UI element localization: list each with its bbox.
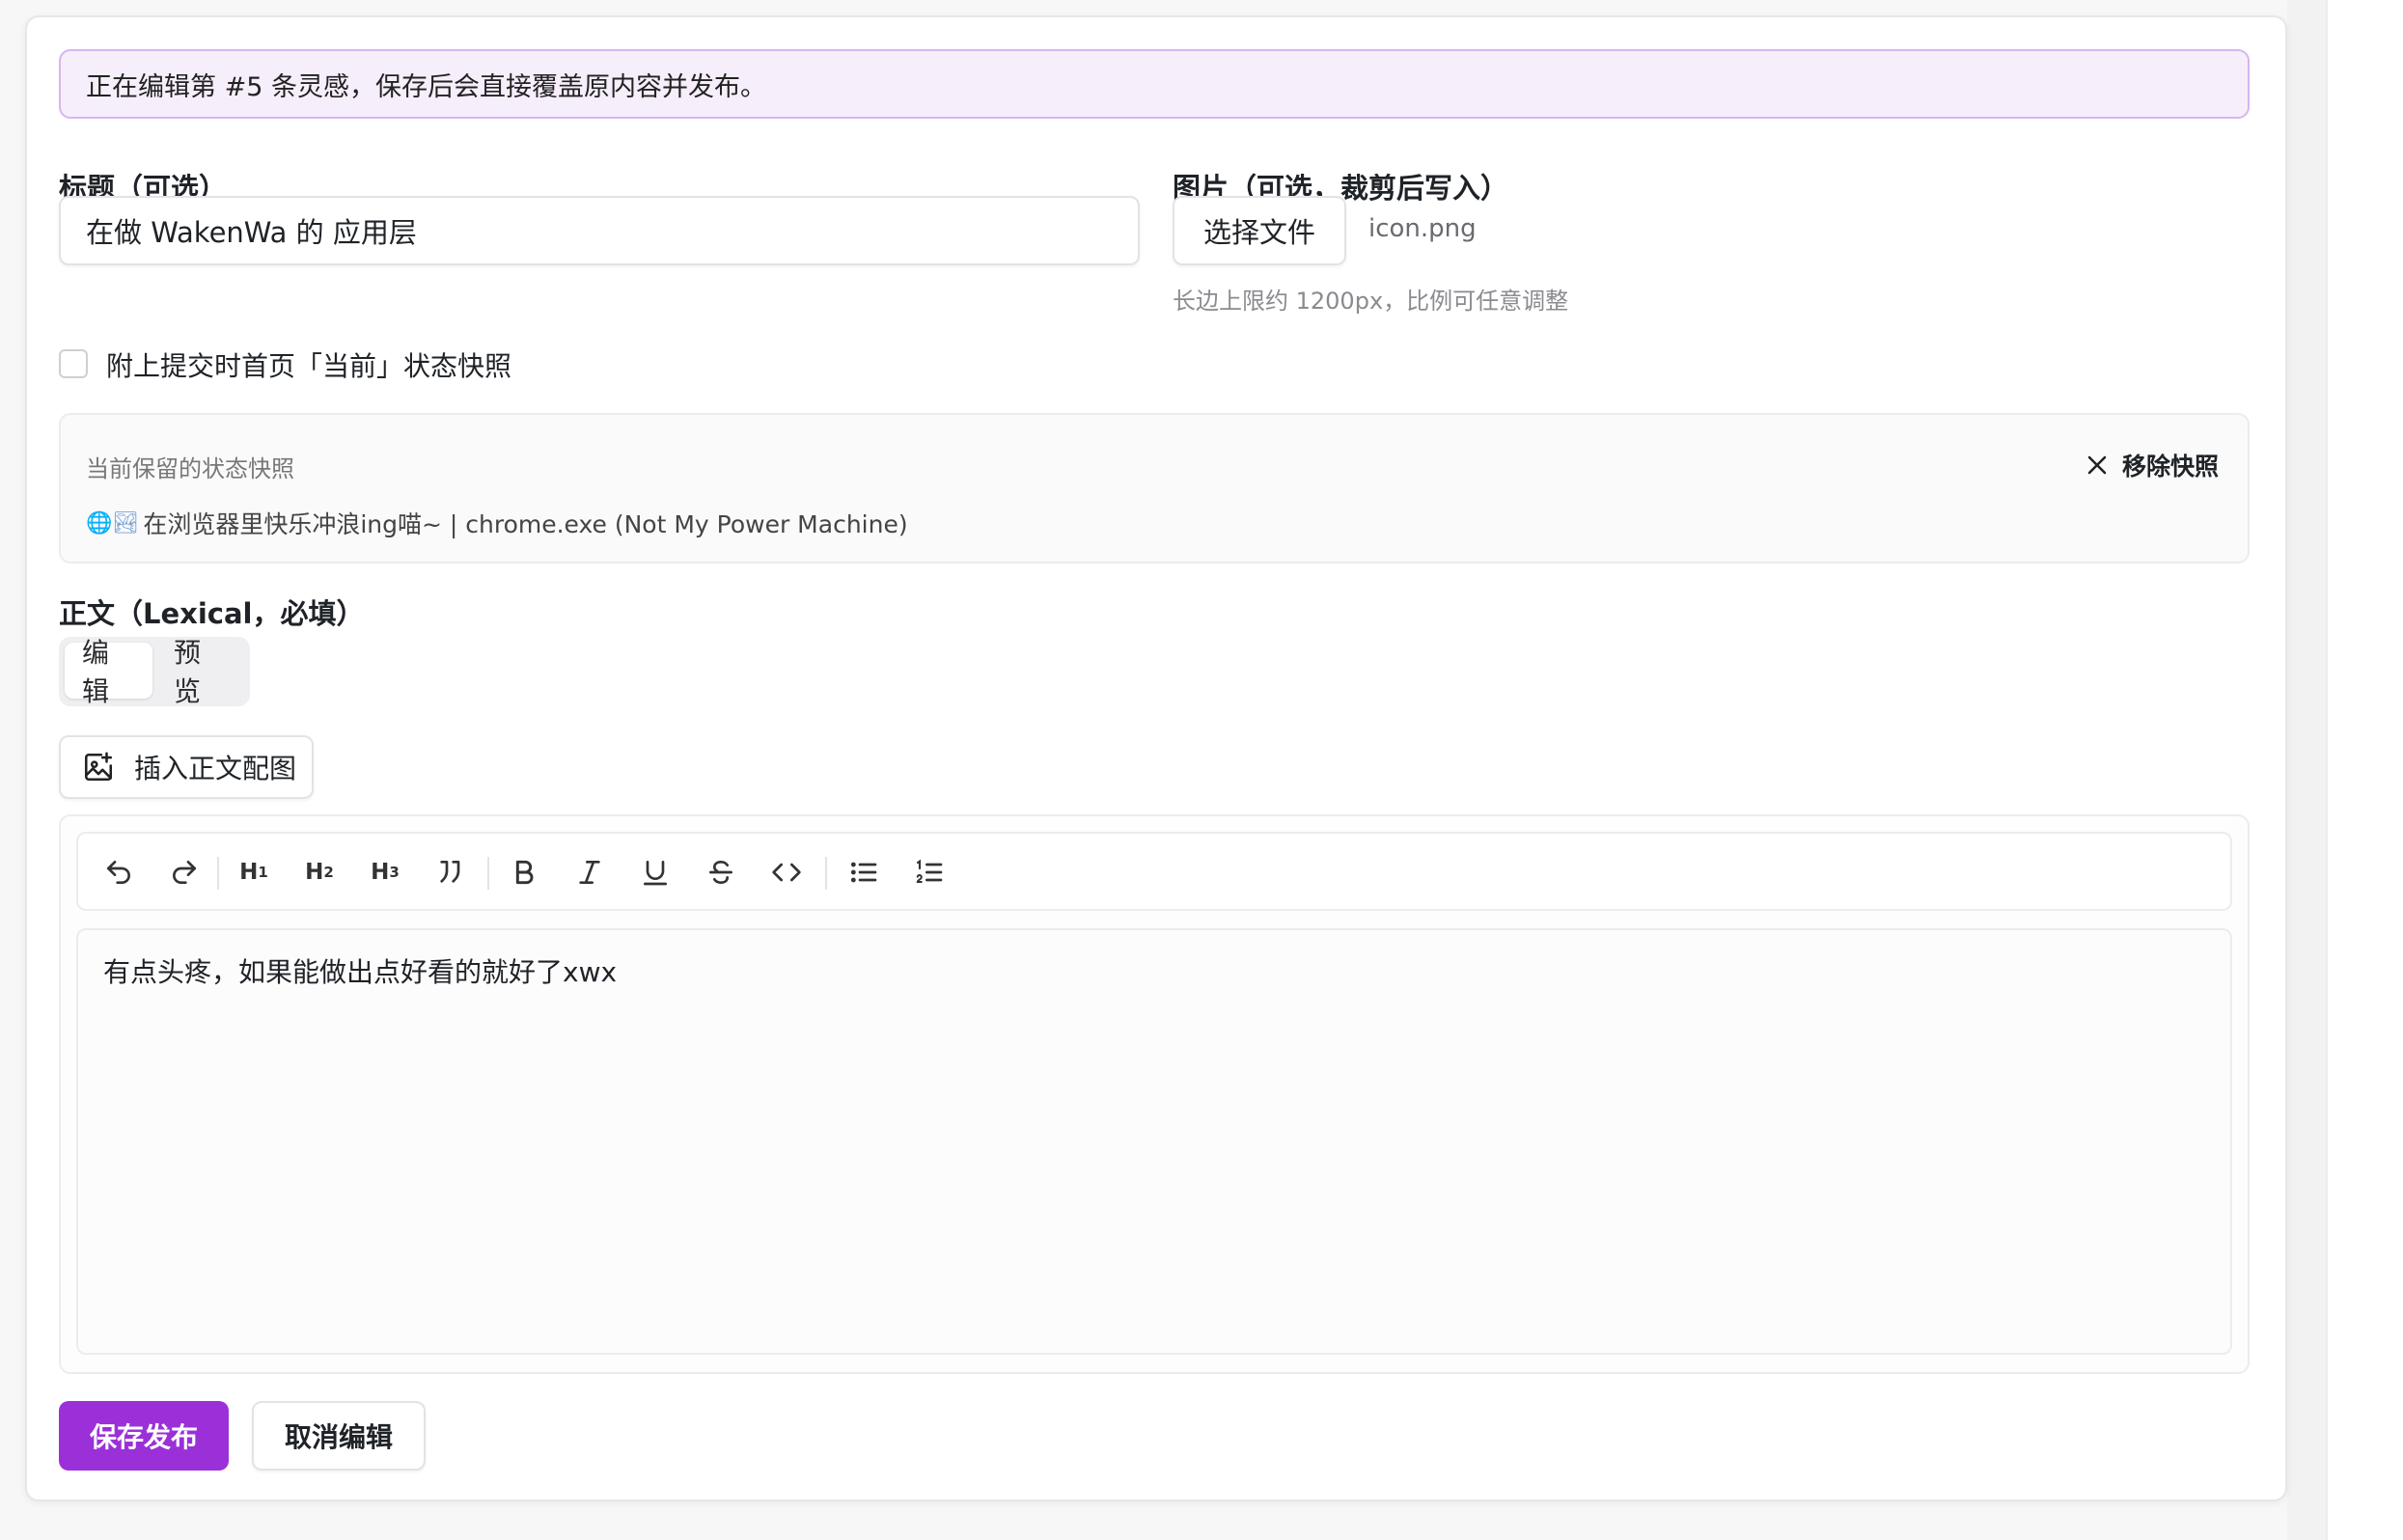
editor-toolbar: H1 H2 H3 <box>76 832 2232 911</box>
insert-image-label: 插入正文配图 <box>134 753 297 784</box>
choose-file-button[interactable]: 选择文件 <box>1173 196 1346 265</box>
heading-3-num: 3 <box>389 864 400 881</box>
tab-preview[interactable]: 预览 <box>156 637 244 707</box>
body-label: 正文（Lexical，必填） <box>59 597 365 630</box>
edit-inspiration-card: 正在编辑第 #5 条灵感，保存后会直接覆盖原内容并发布。 标题（可选） 在做 W… <box>25 15 2287 1501</box>
cancel-edit-button[interactable]: 取消编辑 <box>252 1401 426 1471</box>
tab-edit[interactable]: 编辑 <box>65 637 152 707</box>
remove-snapshot-label: 移除快照 <box>2122 453 2220 481</box>
heading-2-h: H <box>305 860 324 885</box>
quote-icon[interactable] <box>431 853 470 892</box>
status-snapshot-panel: 当前保留的状态快照 🌐🏞 在浏览器里快乐冲浪ing喵~ | chrome.exe… <box>59 413 2250 564</box>
undo-icon[interactable] <box>99 853 138 892</box>
editor-mode-tabs: 编辑 预览 <box>59 637 250 707</box>
bold-icon[interactable] <box>505 853 543 892</box>
heading-2-button[interactable]: H2 <box>300 853 339 892</box>
toolbar-divider <box>487 857 489 890</box>
globe-landscape-icon: 🌐🏞 <box>86 510 140 536</box>
italic-icon[interactable] <box>570 853 609 892</box>
remove-snapshot-button[interactable]: 移除快照 <box>2085 448 2219 482</box>
underline-icon[interactable] <box>636 853 675 892</box>
code-icon[interactable] <box>767 853 806 892</box>
heading-1-num: 1 <box>258 864 268 881</box>
close-icon <box>2087 455 2107 475</box>
right-pane <box>2326 0 2403 1540</box>
snapshot-title: 当前保留的状态快照 <box>86 455 294 482</box>
numbered-list-icon[interactable] <box>910 853 949 892</box>
toolbar-divider <box>217 857 219 890</box>
save-publish-button[interactable]: 保存发布 <box>59 1401 229 1471</box>
editing-notice: 正在编辑第 #5 条灵感，保存后会直接覆盖原内容并发布。 <box>59 49 2250 119</box>
snapshot-checkbox[interactable] <box>59 349 88 378</box>
heading-3-button[interactable]: H3 <box>366 853 404 892</box>
title-input[interactable]: 在做 WakenWa 的 应用层 <box>59 196 1140 265</box>
title-input-value: 在做 WakenWa 的 应用层 <box>86 216 417 249</box>
strikethrough-icon[interactable] <box>702 853 740 892</box>
image-size-hint: 长边上限约 1200px，比例可任意调整 <box>1173 288 1569 315</box>
editor-content[interactable]: 有点头疼，如果能做出点好看的就好了xwx <box>76 928 2232 1355</box>
background-gutter <box>2287 0 2326 1540</box>
heading-1-h: H <box>239 860 259 885</box>
heading-1-button[interactable]: H1 <box>235 853 273 892</box>
insert-image-button[interactable]: 插入正文配图 <box>59 735 314 799</box>
snapshot-content: 🌐🏞 在浏览器里快乐冲浪ing喵~ | chrome.exe (Not My P… <box>86 506 908 540</box>
editor-text: 有点头疼，如果能做出点好看的就好了xwx <box>103 956 618 988</box>
heading-2-num: 2 <box>323 864 334 881</box>
selected-file-name: icon.png <box>1368 214 1477 243</box>
bullet-list-icon[interactable] <box>844 853 883 892</box>
snapshot-checkbox-label[interactable]: 附上提交时首页「当前」状态快照 <box>106 345 511 384</box>
image-add-icon <box>84 752 113 782</box>
editing-notice-text: 正在编辑第 #5 条灵感，保存后会直接覆盖原内容并发布。 <box>86 71 766 102</box>
rich-text-editor: H1 H2 H3 有点头疼，如果能做出点好看的就好了xwx <box>59 814 2250 1374</box>
redo-icon[interactable] <box>165 853 204 892</box>
snapshot-text: 在浏览器里快乐冲浪ing喵~ | chrome.exe (Not My Powe… <box>143 510 908 538</box>
heading-3-h: H <box>371 860 390 885</box>
toolbar-divider <box>825 857 827 890</box>
